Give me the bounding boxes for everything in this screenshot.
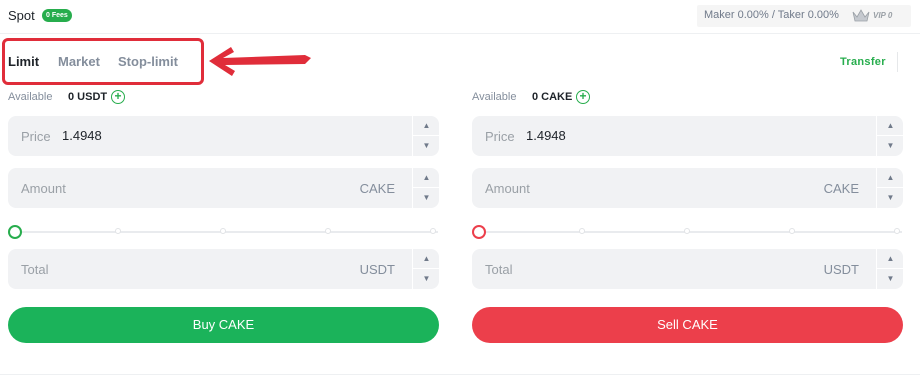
stepper-down-icon[interactable]: ▼ [413, 188, 440, 208]
amount-stepper: ▲ ▼ [876, 168, 904, 208]
stepper-up-icon[interactable]: ▲ [413, 168, 440, 188]
slider-tick[interactable] [115, 228, 121, 234]
stepper-down-icon[interactable]: ▼ [413, 136, 440, 156]
sell-price-value: 1.4948 [526, 128, 566, 143]
buy-available-value: 0 USDT [68, 91, 108, 103]
buy-available-label: Available [8, 91, 53, 103]
total-label: Total [485, 262, 513, 277]
sell-button[interactable]: Sell CAKE [472, 307, 903, 343]
stepper-up-icon[interactable]: ▲ [877, 116, 904, 136]
slider-knob[interactable] [8, 225, 22, 239]
total-label: Total [21, 262, 49, 277]
buy-amount-field[interactable]: Amount CAKE ▲ ▼ [8, 168, 440, 208]
slider-tick[interactable] [430, 228, 436, 234]
stepper-down-icon[interactable]: ▼ [413, 269, 440, 289]
amount-label: Amount [485, 181, 530, 196]
total-unit: USDT [359, 262, 395, 277]
sell-available-value: 0 CAKE [532, 91, 573, 103]
price-label: Price [21, 129, 51, 144]
sell-available-label: Available [472, 91, 517, 103]
sell-price-field[interactable]: Price 1.4948 ▲ ▼ [472, 116, 904, 156]
slider-tick[interactable] [579, 228, 585, 234]
slider-tick[interactable] [220, 228, 226, 234]
buy-amount-slider[interactable] [8, 222, 439, 242]
add-funds-icon[interactable]: + [111, 90, 125, 104]
stepper-up-icon[interactable]: ▲ [413, 249, 440, 269]
slider-tick[interactable] [894, 228, 900, 234]
slider-track [478, 231, 902, 233]
stepper-up-icon[interactable]: ▲ [877, 168, 904, 188]
sell-amount-slider[interactable] [472, 222, 903, 242]
buy-price-field[interactable]: Price 1.4948 ▲ ▼ [8, 116, 440, 156]
buy-price-value: 1.4948 [62, 128, 102, 143]
stepper-down-icon[interactable]: ▼ [877, 269, 904, 289]
slider-knob[interactable] [472, 225, 486, 239]
price-label: Price [485, 129, 515, 144]
stepper-up-icon[interactable]: ▲ [877, 249, 904, 269]
stepper-up-icon[interactable]: ▲ [413, 116, 440, 136]
stepper-down-icon[interactable]: ▼ [877, 188, 904, 208]
sell-total-field[interactable]: Total USDT ▲ ▼ [472, 249, 904, 289]
amount-stepper: ▲ ▼ [412, 168, 440, 208]
total-stepper: ▲ ▼ [412, 249, 440, 289]
amount-unit: CAKE [359, 181, 395, 196]
slider-tick[interactable] [684, 228, 690, 234]
total-unit: USDT [823, 262, 859, 277]
sell-panel: Available 0 CAKE + Price 1.4948 ▲ ▼ Amou… [464, 0, 904, 382]
divider [0, 374, 920, 375]
sell-amount-field[interactable]: Amount CAKE ▲ ▼ [472, 168, 904, 208]
amount-unit: CAKE [823, 181, 859, 196]
buy-total-field[interactable]: Total USDT ▲ ▼ [8, 249, 440, 289]
buy-panel: Available 0 USDT + Price 1.4948 ▲ ▼ Amou… [0, 0, 440, 382]
buy-button[interactable]: Buy CAKE [8, 307, 439, 343]
total-stepper: ▲ ▼ [876, 249, 904, 289]
price-stepper: ▲ ▼ [412, 116, 440, 156]
slider-track [14, 231, 438, 233]
slider-tick[interactable] [789, 228, 795, 234]
amount-label: Amount [21, 181, 66, 196]
price-stepper: ▲ ▼ [876, 116, 904, 156]
stepper-down-icon[interactable]: ▼ [877, 136, 904, 156]
add-funds-icon[interactable]: + [576, 90, 590, 104]
slider-tick[interactable] [325, 228, 331, 234]
